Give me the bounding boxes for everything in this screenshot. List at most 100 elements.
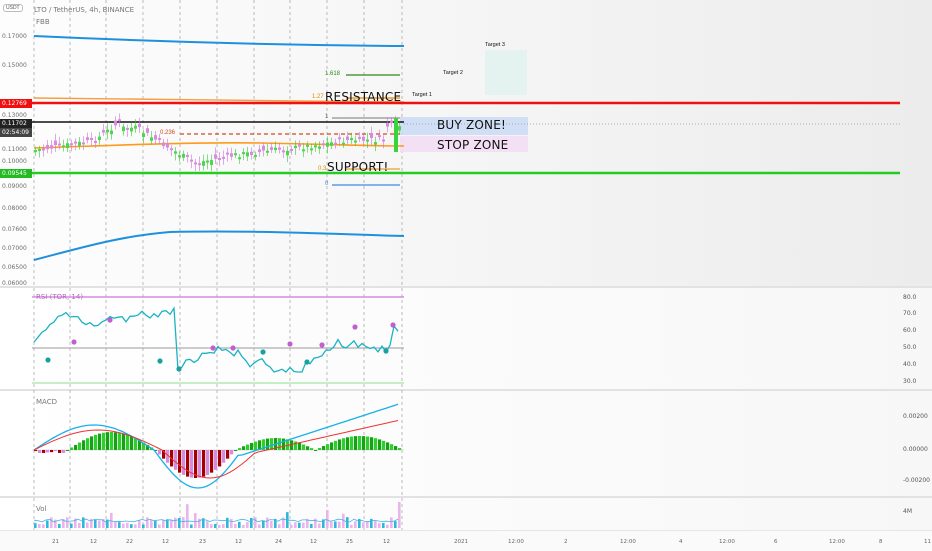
candle-body: [50, 145, 53, 149]
macd-histogram-bar: [46, 450, 50, 453]
candle-body: [138, 123, 141, 128]
macd-histogram-bar: [382, 440, 386, 450]
volume-bar: [170, 519, 173, 528]
candle-body: [86, 137, 89, 141]
candle-body: [146, 128, 149, 133]
support-annotation[interactable]: SUPPORT!: [327, 160, 389, 174]
chart-canvas[interactable]: [0, 0, 932, 550]
candle-body: [106, 129, 109, 133]
volume-bar: [290, 524, 293, 528]
candle-body: [82, 142, 85, 145]
candle-body: [370, 133, 373, 139]
volume-bar: [246, 522, 249, 528]
fib-label: 1.618: [325, 71, 341, 77]
macd-histogram-bar: [250, 442, 254, 450]
macd-histogram-bar: [278, 438, 282, 450]
macd-histogram-bar: [182, 450, 186, 475]
candle-body: [290, 148, 293, 151]
candle-body: [246, 152, 249, 157]
volume-bar: [66, 517, 69, 528]
macd-histogram-bar: [334, 440, 338, 450]
candle-body: [358, 136, 361, 139]
macd-histogram-bar: [218, 450, 222, 467]
macd-histogram-bar: [246, 444, 250, 450]
macd-axis-label: -0.00200: [903, 477, 930, 484]
target-3-label[interactable]: Target 3: [485, 42, 505, 48]
chart-header[interactable]: LTO / TetherUS, 4h, BINANCE: [34, 6, 134, 14]
target-1-label[interactable]: Target 1: [412, 92, 432, 98]
fib-label: 0.236: [160, 130, 176, 136]
time-label: 25: [346, 539, 353, 545]
candle-body: [38, 149, 41, 152]
candle-body: [110, 130, 113, 135]
rsi-pivot-dot: [176, 366, 182, 372]
fib-label: 1: [325, 114, 329, 120]
rsi-axis-label: 50.0: [903, 344, 917, 351]
fbb-indicator-label[interactable]: FBB: [36, 18, 50, 26]
rsi-axis-label: 30.0: [903, 378, 917, 385]
volume-bar: [334, 521, 337, 528]
macd-histogram-bar: [266, 438, 270, 450]
candle-body: [34, 149, 37, 152]
resistance-annotation[interactable]: RESISTANCE: [325, 90, 401, 104]
macd-histogram-bar: [130, 436, 134, 450]
macd-histogram-bar: [362, 436, 366, 450]
rsi-pivot-dot: [352, 324, 358, 330]
rsi-title[interactable]: RSI (TOR, 14): [36, 293, 83, 301]
candle-body: [278, 147, 281, 150]
time-label: 11: [924, 539, 931, 545]
macd-histogram-bar: [254, 441, 258, 450]
candle-body: [114, 120, 117, 126]
rsi-line: [33, 306, 399, 373]
candle-body: [126, 127, 129, 130]
candle-body: [98, 136, 101, 141]
rsi-pivot-dot: [390, 322, 396, 328]
volume-axis-label: 4M: [903, 508, 912, 515]
volume-bar: [34, 523, 37, 528]
candle-body: [306, 144, 309, 147]
volume-bar: [198, 518, 201, 528]
volume-bar: [378, 523, 381, 528]
volume-bar: [386, 524, 389, 528]
volume-bar: [50, 517, 53, 528]
macd-histogram-bar: [222, 450, 226, 463]
fbb-lower-band: [33, 230, 405, 261]
stop-zone-annotation[interactable]: STOP ZONE: [437, 138, 508, 152]
price-label: 0.06500: [2, 264, 27, 271]
volume-bar: [126, 522, 129, 528]
macd-histogram-bar: [82, 440, 86, 450]
candle-body: [218, 158, 221, 161]
time-label: 21: [52, 539, 59, 545]
candle-body: [238, 157, 241, 160]
macd-title[interactable]: MACD: [36, 398, 57, 406]
candle-body: [66, 143, 69, 149]
candle-body: [46, 144, 49, 150]
macd-histogram-bar: [106, 432, 110, 450]
macd-histogram-bar: [122, 433, 126, 450]
volume-bar: [178, 518, 181, 528]
volume-bar: [150, 519, 153, 528]
buy-zone-annotation[interactable]: BUY ZONE!: [437, 118, 506, 132]
candle-body: [270, 147, 273, 150]
candle-body: [142, 133, 145, 138]
candle-countdown-tag: 02:54:09: [0, 128, 32, 137]
volume-bar: [374, 520, 377, 528]
candle-body: [210, 160, 213, 165]
volume-bar: [302, 522, 305, 528]
candle-body: [330, 142, 333, 146]
volume-bar: [310, 523, 313, 528]
macd-histogram-bar: [94, 434, 98, 450]
volume-bar: [162, 519, 165, 528]
time-label: 12:00: [719, 539, 735, 545]
volume-bar: [262, 520, 265, 528]
macd-histogram-bar: [186, 450, 190, 477]
macd-histogram-bar: [342, 438, 346, 450]
candle-body: [190, 159, 193, 162]
time-label: 2: [564, 539, 568, 545]
macd-histogram-bar: [42, 450, 46, 453]
volume-bar: [58, 523, 61, 528]
target-2-label[interactable]: Target 2: [443, 70, 463, 76]
volume-title[interactable]: Vol: [36, 505, 46, 513]
macd-histogram-bar: [306, 446, 310, 450]
symbol-badge[interactable]: USDT: [3, 4, 23, 12]
